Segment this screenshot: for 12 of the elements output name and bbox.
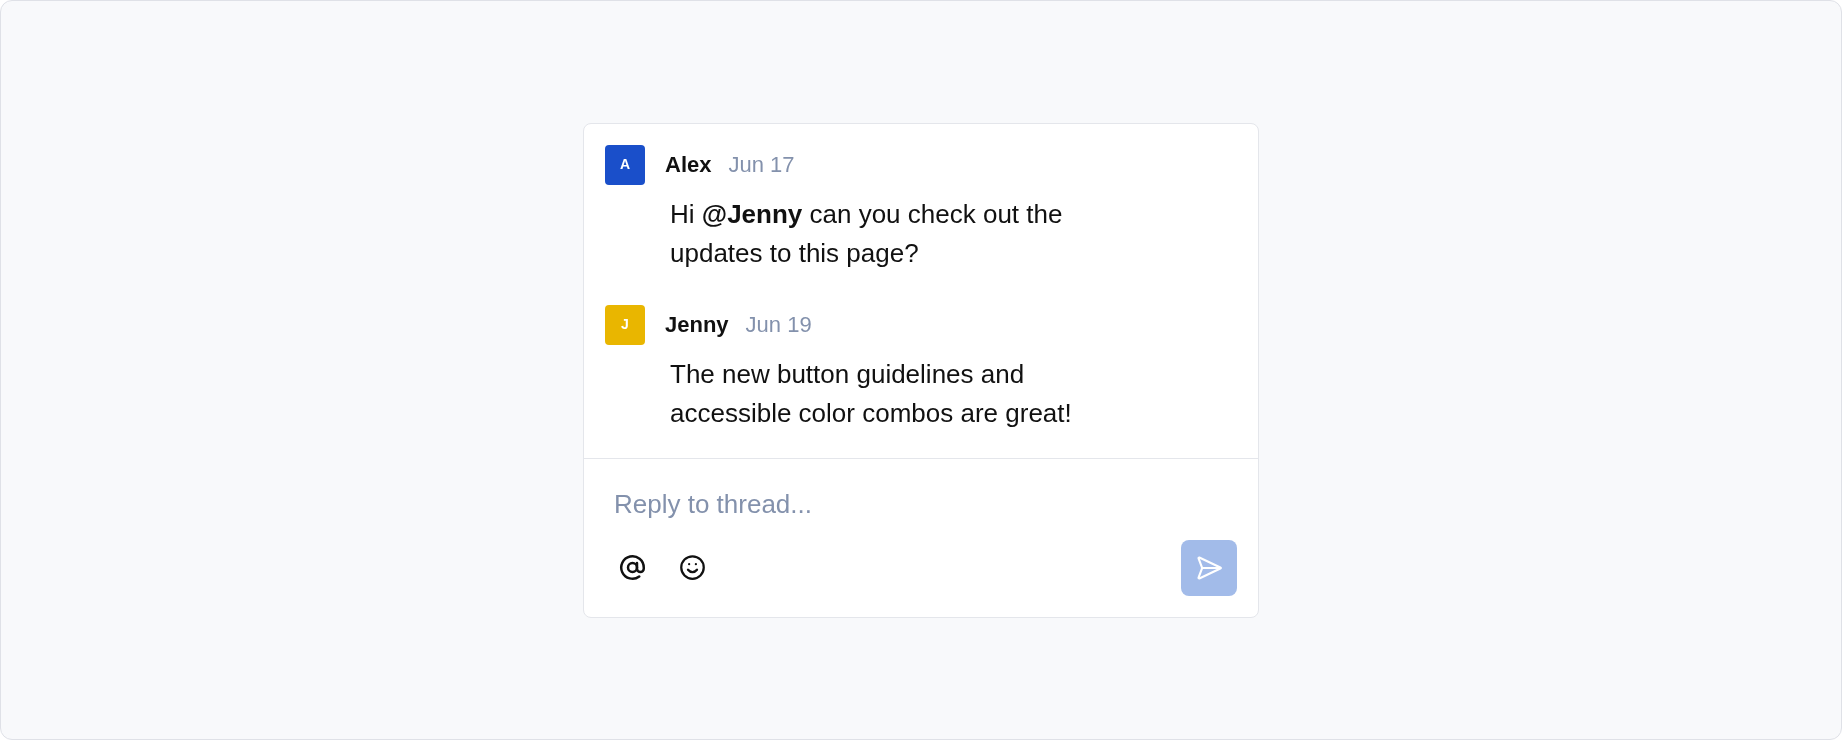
smiley-icon: [678, 554, 706, 581]
message-date: Jun 17: [728, 150, 795, 179]
message-text: Hi @Jenny can you check out the updates to this page?: [670, 197, 1064, 270]
reply-input-field[interactable]: Reply to thread...: [605, 482, 1237, 527]
message-text: The new button guidelines and accessible color combos are great!: [670, 357, 1073, 430]
author-name: Jenny: [665, 310, 729, 339]
at-sign-icon: [618, 554, 646, 581]
message-date: Jun 19: [745, 310, 812, 339]
send-icon: [1195, 553, 1223, 582]
author-name: Alex: [665, 150, 712, 179]
avatar: A: [605, 144, 645, 185]
avatar: J: [605, 304, 645, 345]
